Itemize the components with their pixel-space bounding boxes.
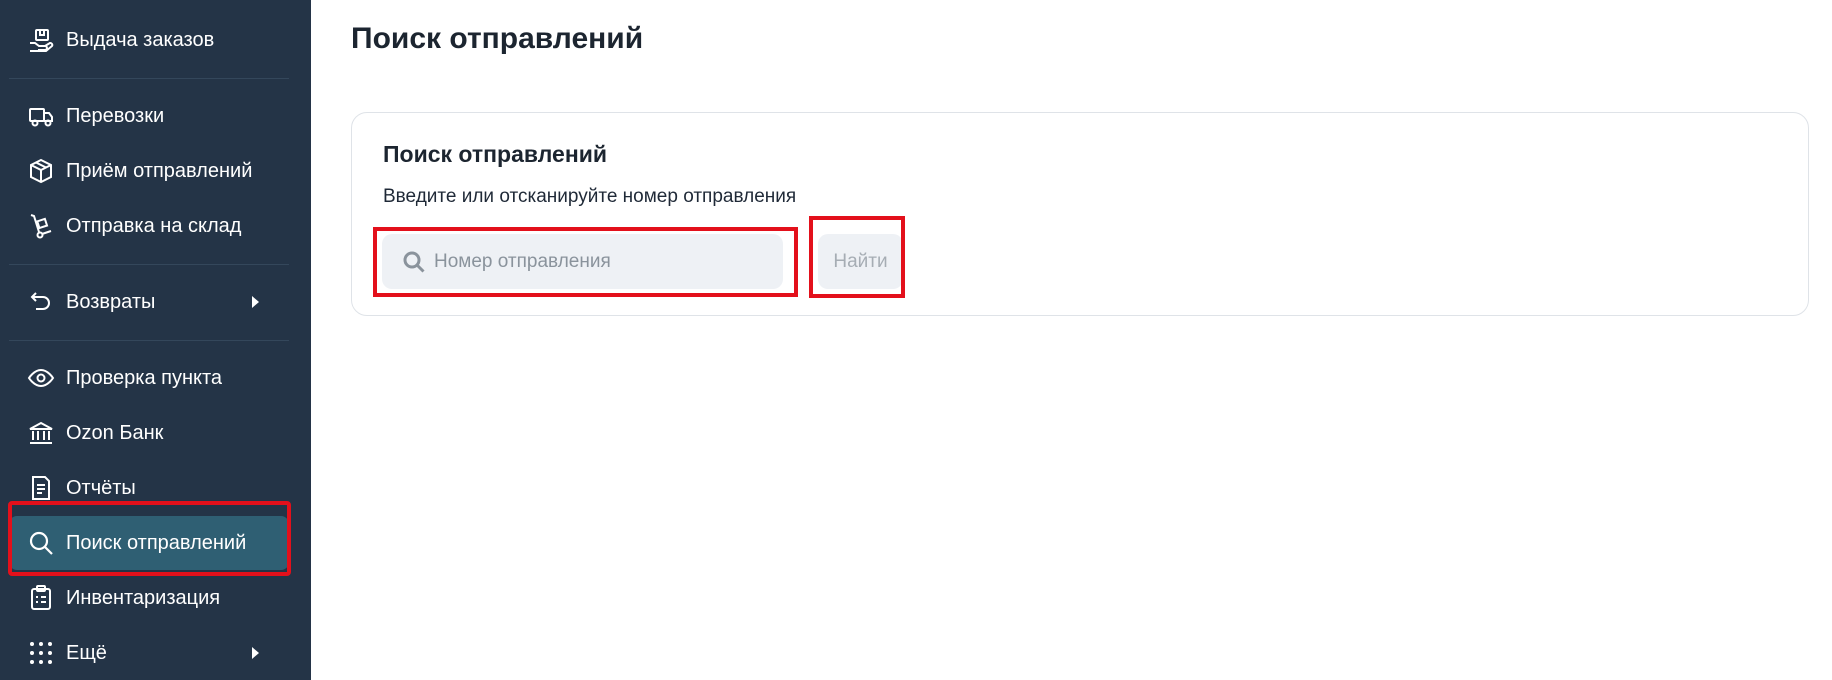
sidebar: Выдача заказов Перевозки Приём отправлен…	[0, 0, 311, 680]
sidebar-item-inventory[interactable]: Инвентаризация	[9, 571, 289, 625]
page-title: Поиск отправлений	[351, 22, 644, 55]
sidebar-item-label: Перевозки	[66, 104, 165, 127]
document-icon	[26, 473, 56, 503]
sidebar-item-point-check[interactable]: Проверка пункта	[9, 351, 289, 405]
sidebar-item-label: Инвентаризация	[66, 586, 221, 609]
sidebar-item-receive[interactable]: Приём отправлений	[9, 144, 289, 198]
sidebar-item-transport[interactable]: Перевозки	[9, 89, 289, 143]
sidebar-item-label: Возвраты	[66, 290, 156, 313]
sidebar-item-label: Отправка на склад	[66, 214, 242, 237]
box-icon	[26, 156, 56, 186]
sidebar-item-label: Ozon Банк	[66, 421, 164, 444]
clipboard-icon	[26, 583, 56, 613]
sidebar-item-label: Отчёты	[66, 476, 136, 499]
sidebar-item-label: Ещё	[66, 641, 107, 664]
sidebar-item-label: Выдача заказов	[66, 28, 215, 51]
sidebar-item-send-warehouse[interactable]: Отправка на склад	[9, 199, 289, 253]
sidebar-item-reports[interactable]: Отчёты	[9, 461, 289, 515]
shipment-number-field[interactable]	[382, 234, 783, 289]
eye-icon	[26, 363, 56, 393]
chevron-right-icon	[252, 647, 259, 659]
search-icon	[26, 528, 56, 558]
sidebar-item-more[interactable]: Ещё	[9, 626, 289, 680]
card-title: Поиск отправлений	[383, 141, 607, 167]
hand-truck-icon	[26, 211, 56, 241]
divider	[9, 340, 289, 341]
sidebar-item-order-delivery[interactable]: Выдача заказов	[9, 13, 289, 67]
hand-package-icon	[26, 25, 56, 55]
search-icon	[402, 250, 426, 274]
chevron-right-icon	[252, 296, 259, 308]
sidebar-item-label: Проверка пункта	[66, 366, 223, 389]
sidebar-item-returns[interactable]: Возвраты	[9, 275, 289, 329]
return-arrow-icon	[26, 287, 56, 317]
truck-icon	[26, 101, 56, 131]
divider	[9, 78, 289, 79]
sidebar-item-ozon-bank[interactable]: Ozon Банк	[9, 406, 289, 460]
sidebar-item-shipment-search[interactable]: Поиск отправлений	[9, 516, 289, 570]
bank-icon	[26, 418, 56, 448]
grid-dots-icon	[26, 638, 56, 668]
shipment-number-input[interactable]	[434, 250, 774, 273]
search-card: Поиск отправлений Введите или отсканируй…	[351, 112, 1809, 316]
card-hint: Введите или отсканируйте номер отправлен…	[383, 186, 797, 207]
find-button[interactable]: Найти	[818, 234, 903, 289]
divider	[9, 264, 289, 265]
sidebar-item-label: Поиск отправлений	[66, 531, 247, 554]
sidebar-item-label: Приём отправлений	[66, 159, 253, 182]
